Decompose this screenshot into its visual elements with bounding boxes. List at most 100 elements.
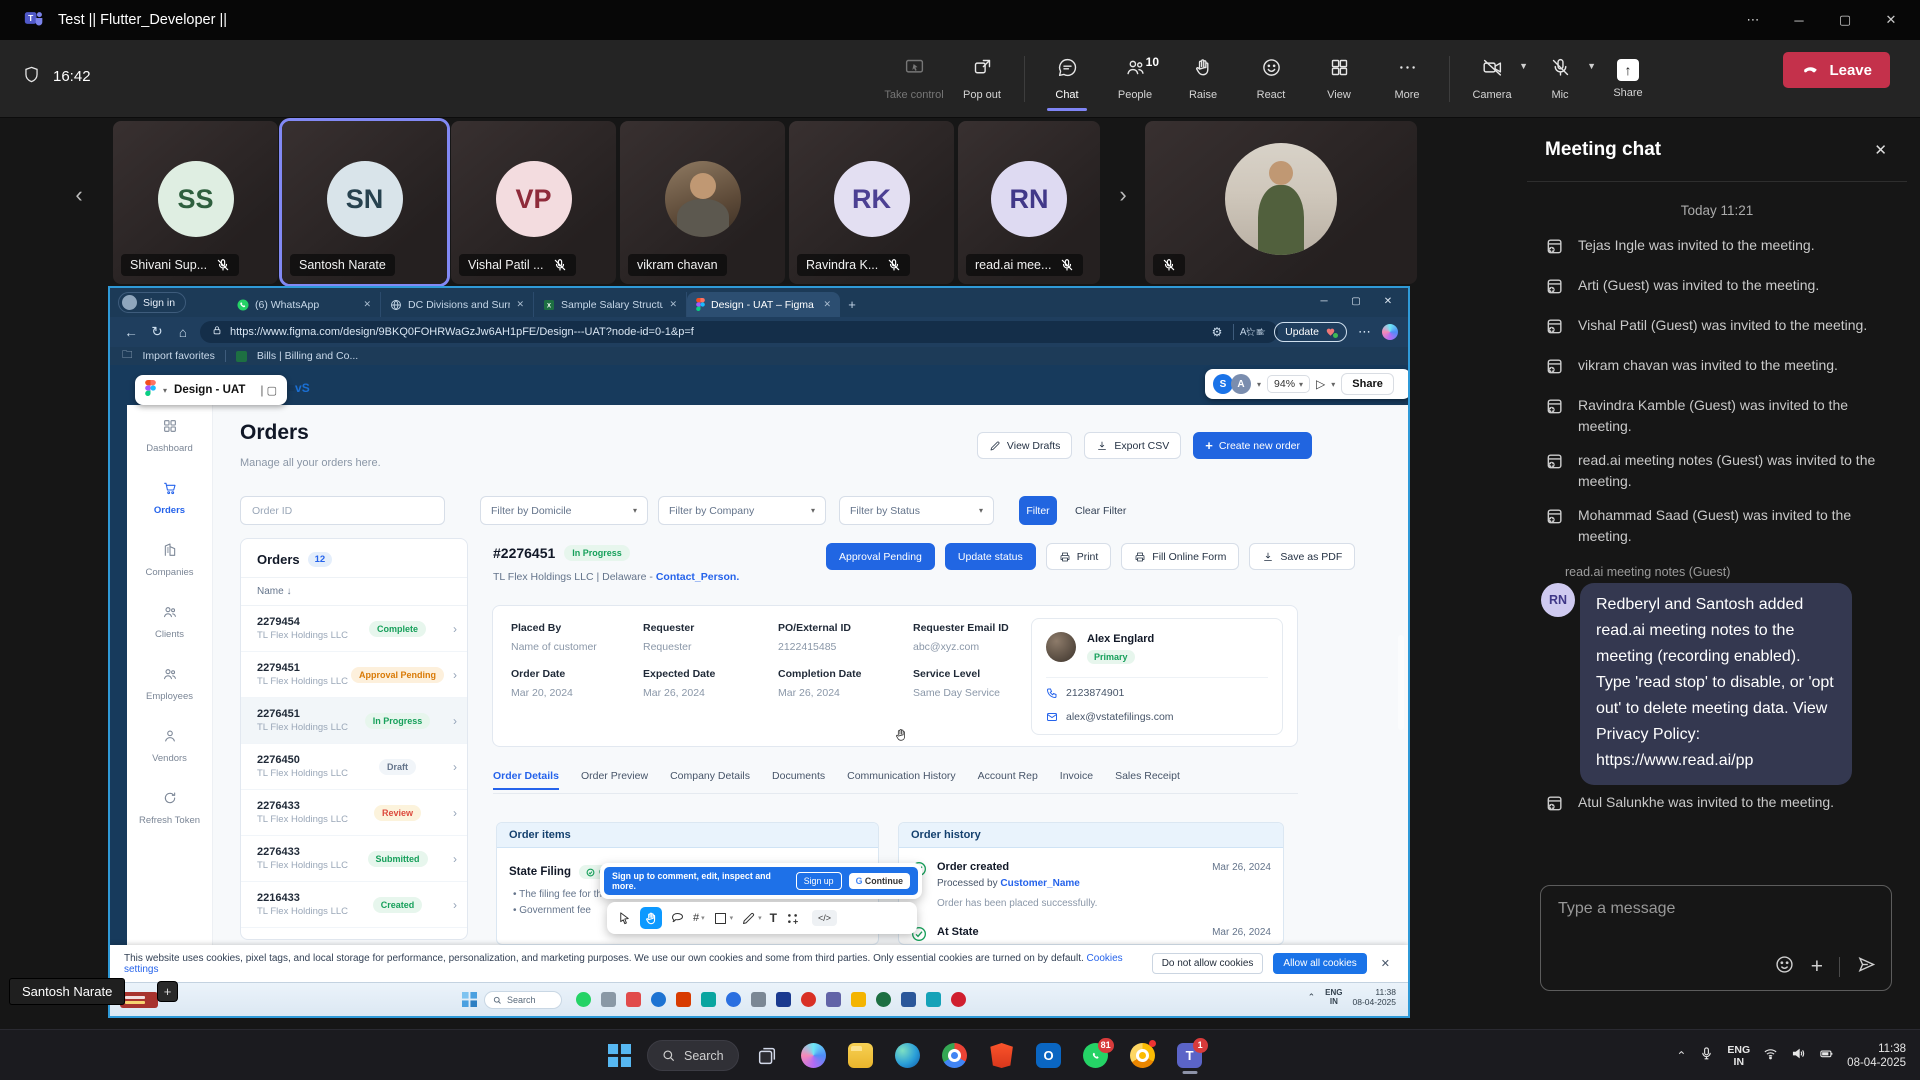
chrome-dev-taskbar-icon[interactable] [1124,1036,1162,1076]
browser-signin-button[interactable]: Sign in [118,292,186,313]
close-icon[interactable]: ✕ [1868,0,1914,40]
figma-signup-button[interactable]: Sign up [796,872,842,890]
approval-pending-button[interactable]: Approval Pending [826,543,935,570]
outlook-taskbar-icon[interactable]: O [1030,1036,1068,1076]
inner-language-indicator[interactable]: ENGIN [1325,988,1342,1006]
chrome-taskbar-icon[interactable] [936,1036,974,1076]
order-row[interactable]: 2276451TL Flex Holdings LLCIn Progress› [241,698,467,744]
tab-sales-receipt[interactable]: Sales Receipt [1115,770,1180,790]
tab-order-details[interactable]: Order Details [493,770,559,790]
presenter-add-icon[interactable]: + [158,982,177,1001]
volume-icon[interactable] [1791,1046,1806,1066]
mic-button[interactable]: Mic▼ [1526,47,1594,111]
frame-tool[interactable]: #▾ [693,912,705,924]
collaborator-avatar[interactable]: A [1231,374,1251,394]
widgets-icon[interactable] [120,992,158,1008]
task-view-button[interactable] [748,1036,786,1076]
inner-start-icon[interactable] [462,992,477,1012]
sidebar-item-orders[interactable]: Orders [127,467,212,529]
tab-close-icon[interactable]: ✕ [669,299,677,310]
pinned-app-icon[interactable] [776,992,791,1007]
taskbar-clock[interactable]: 11:3808-04-2025 [1847,1042,1906,1070]
pop-out-button[interactable]: Pop out [948,47,1016,111]
more-button[interactable]: More [1373,47,1441,111]
browser-tab[interactable]: Design - UAT – Figma✕ [687,292,840,317]
favorites-list-icon[interactable]: ☆≡ [1245,325,1263,339]
tab-close-icon[interactable]: ✕ [363,299,371,310]
pinned-app-icon[interactable] [726,992,741,1007]
participant-tile[interactable]: SNSantosh Narate [282,121,447,284]
brave-taskbar-icon[interactable] [983,1036,1021,1076]
order-row[interactable]: 2276433TL Flex Holdings LLCSubmitted› [241,836,467,882]
tab-documents[interactable]: Documents [772,770,825,790]
save-as-pdf-button[interactable]: Save as PDF [1249,543,1355,570]
start-button[interactable] [600,1036,638,1076]
pinned-app-icon[interactable] [851,992,866,1007]
layout-panel-icon[interactable]: ❘▢ [257,384,277,397]
inner-tray-chevron-icon[interactable]: ⌃ [1308,992,1316,1003]
pinned-app-icon[interactable] [651,992,666,1007]
wifi-icon[interactable] [1763,1046,1778,1066]
participant-tile[interactable]: vikram chavan [620,121,785,284]
teams-taskbar-icon[interactable]: T1 [1171,1036,1209,1076]
hand-tool[interactable] [640,907,662,929]
back-icon[interactable]: ← [118,325,144,340]
canvas-scrollbar[interactable] [1398,635,1404,730]
chevron-down-icon[interactable]: ▾ [1331,380,1335,389]
emoji-icon[interactable] [1774,954,1795,980]
bookmark-bills[interactable]: Bills | Billing and Co... [257,350,358,362]
view-button[interactable]: View [1305,47,1373,111]
minimize-icon[interactable]: ─ [1776,0,1822,40]
participant-tile[interactable]: RKRavindra K... [789,121,954,284]
order-row[interactable]: 2216433TL Flex Holdings LLCCreated› [241,882,467,928]
new-tab-icon[interactable]: + [840,292,864,317]
taskbar-search-box[interactable]: Search [647,1040,739,1071]
browser-minimize-icon[interactable]: ─ [1308,288,1340,314]
export-csv-button[interactable]: Export CSV [1084,432,1181,459]
collaborator-avatar[interactable]: S [1213,374,1233,394]
filter-apply-button[interactable]: Filter [1019,496,1057,525]
dev-mode-tool[interactable]: </> [812,910,837,926]
contact-phone[interactable]: 2123874901 [1046,687,1124,699]
contact-person-link[interactable]: Contact_Person. [656,571,739,583]
battery-icon[interactable] [1819,1046,1834,1066]
pinned-app-icon[interactable] [601,992,616,1007]
text-tool[interactable]: T [770,911,777,925]
filter-dropdown[interactable]: Filter by Company▾ [658,496,826,525]
people-button[interactable]: People10 [1101,47,1169,111]
order-row[interactable]: 2276433TL Flex Holdings LLCReview› [241,790,467,836]
extensions-icon[interactable]: ⚙ [1212,325,1223,339]
tab-close-icon[interactable]: ✕ [823,299,831,310]
send-icon[interactable] [1856,954,1877,980]
pinned-app-icon[interactable] [926,992,941,1007]
sidebar-item-refresh-token[interactable]: Refresh Token [127,777,212,839]
browser-tab[interactable]: XSample Salary Structure with calc✕ [534,292,687,317]
chat-close-icon[interactable]: ✕ [1874,141,1887,159]
zoom-control[interactable]: 94%▾ [1267,375,1310,393]
deny-cookies-button[interactable]: Do not allow cookies [1152,953,1264,974]
copilot-icon[interactable] [1382,324,1398,340]
pinned-app-icon[interactable] [901,992,916,1007]
pinned-app-icon[interactable] [876,992,891,1007]
present-play-icon[interactable]: ▷ [1316,377,1325,391]
pinned-app-icon[interactable] [626,992,641,1007]
filter-dropdown[interactable]: Filter by Status▾ [839,496,994,525]
fill-online-form-button[interactable]: Fill Online Form [1121,543,1239,570]
shape-tool[interactable]: ▾ [713,911,734,926]
chevron-down-icon[interactable]: ▾ [1257,380,1261,389]
order-row[interactable]: 2279454TL Flex Holdings LLCComplete› [241,606,467,652]
cookie-close-icon[interactable]: ✕ [1377,957,1394,970]
participant-tile[interactable]: SSShivani Sup... [113,121,278,284]
tab-order-preview[interactable]: Order Preview [581,770,648,790]
tab-account-rep[interactable]: Account Rep [978,770,1038,790]
copilot-taskbar-icon[interactable] [795,1036,833,1076]
tray-mic-icon[interactable] [1699,1046,1714,1066]
address-bar[interactable]: https://www.figma.com/design/9BKQ0FOHRWa… [200,321,1278,343]
pinned-app-icon[interactable] [676,992,691,1007]
google-continue-button[interactable]: G Continue [849,873,910,889]
print-button[interactable]: Print [1046,543,1112,570]
sidebar-item-vendors[interactable]: Vendors [127,715,212,777]
edge-taskbar-icon[interactable] [889,1036,927,1076]
pinned-app-icon[interactable] [576,992,591,1007]
tab-close-icon[interactable]: ✕ [516,299,524,310]
